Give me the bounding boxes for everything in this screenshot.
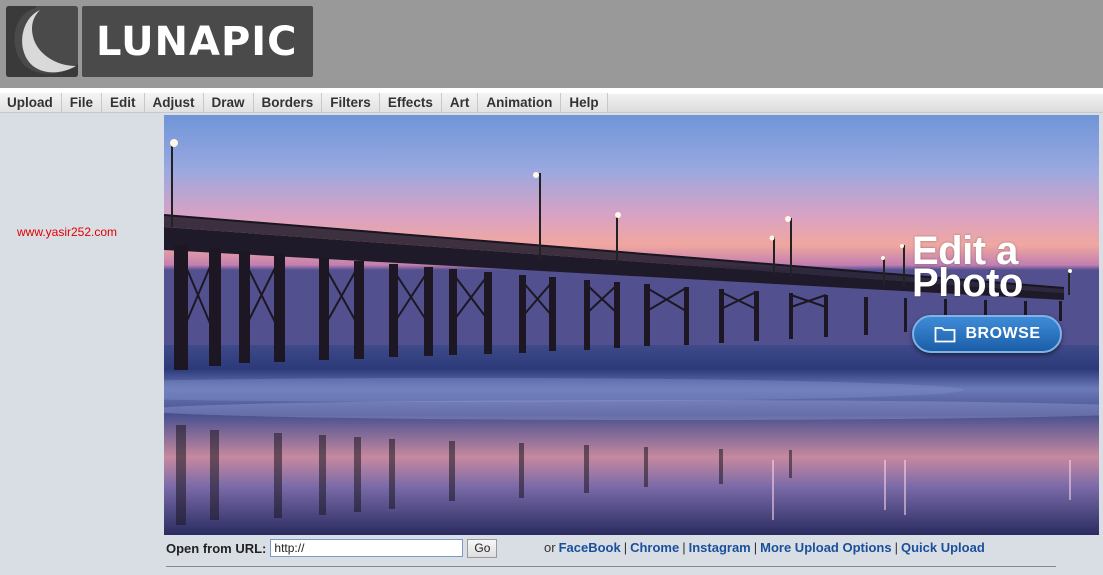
menu-item-effects[interactable]: Effects xyxy=(379,93,442,112)
menu-item-draw[interactable]: Draw xyxy=(203,93,254,112)
menu-list: Upload File Edit Adjust Draw Borders Fil… xyxy=(0,93,608,112)
browse-button[interactable]: BROWSE xyxy=(912,315,1062,353)
folder-icon xyxy=(934,327,955,343)
menu-item-borders[interactable]: Borders xyxy=(253,93,323,112)
menu-item-help[interactable]: Help xyxy=(561,93,608,112)
menu-item-edit[interactable]: Edit xyxy=(102,93,145,112)
open-from-url-row: Open from URL: Go xyxy=(166,538,498,558)
logo-text: LUNAPIC xyxy=(96,18,298,65)
hero-banner: Edit a Photo BROWSE xyxy=(164,115,1099,535)
divider-line xyxy=(166,566,1056,567)
go-button[interactable]: Go xyxy=(467,538,498,558)
hero-title-line2: Photo xyxy=(912,261,1023,305)
link-separator: | xyxy=(894,540,898,555)
upload-links: or FaceBook | Chrome | Instagram | More Upload … xyxy=(544,540,985,555)
logo-mark[interactable] xyxy=(6,6,78,77)
hero-title: Edit a Photo xyxy=(912,231,1099,305)
open-from-url-label: Open from URL: xyxy=(166,540,267,556)
menu-bar: Upload File Edit Adjust Draw Borders Fil… xyxy=(0,88,1103,113)
menu-item-animation[interactable]: Animation xyxy=(478,93,562,112)
watermark-text: www.yasir252.com xyxy=(17,225,118,239)
link-instagram[interactable]: Instagram xyxy=(689,540,751,555)
links-prefix: or xyxy=(544,540,556,555)
link-separator: | xyxy=(623,540,628,555)
link-quick-upload[interactable]: Quick Upload xyxy=(901,540,985,555)
link-more-upload-options[interactable]: More Upload Options xyxy=(760,540,891,555)
browse-label: BROWSE xyxy=(965,325,1041,342)
link-chrome[interactable]: Chrome xyxy=(630,540,679,555)
url-input[interactable] xyxy=(270,539,464,557)
link-separator: | xyxy=(753,540,758,555)
menu-item-file[interactable]: File xyxy=(61,93,103,112)
crescent-moon-icon xyxy=(6,6,78,77)
link-facebook[interactable]: FaceBook xyxy=(559,540,621,555)
menu-item-adjust[interactable]: Adjust xyxy=(144,93,204,112)
menu-item-art[interactable]: Art xyxy=(441,93,479,112)
link-separator: | xyxy=(682,540,686,555)
menu-item-filters[interactable]: Filters xyxy=(322,93,380,112)
menu-item-upload[interactable]: Upload xyxy=(0,93,62,112)
site-header: LUNAPIC xyxy=(0,0,1103,88)
logo-wordmark[interactable]: LUNAPIC xyxy=(82,6,313,77)
